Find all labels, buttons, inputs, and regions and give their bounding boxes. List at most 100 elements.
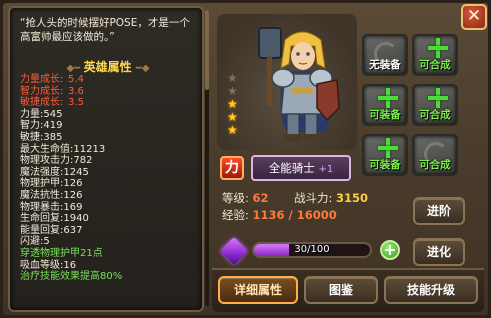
stat-name: 生命回复: [20,213,64,225]
stat-row: 最大生命值:11213 [20,144,200,156]
stat-value: 1940 [63,213,89,225]
attributes-title-text: 英雄属性 [83,60,132,74]
equipment-slot-label: 可装备 [369,109,401,121]
close-button[interactable]: ✕ [461,4,487,30]
power-label: 战斗力: [294,191,333,205]
exp-value: 1136 / 16000 [252,208,337,222]
hero-attributes-panel[interactable]: “抢人头的时候摆好POSE，才是一个高富帅最应该做的。” ◆━ 英雄属性 ━◆ … [8,6,204,312]
stat-value: 419 [43,120,63,132]
equipment-slot-label: 可装备 [369,159,401,171]
stat-row: 生命回复:1940 [20,213,200,225]
equipment-slot[interactable]: 无装备 [362,34,408,76]
stat-row: 力量:545 [20,109,200,121]
stat-name: 敏捷: [20,131,44,143]
strength-class-icon: 力 [220,156,244,180]
stat-row: 穿透物理护甲21点 [20,248,200,260]
attributes-scrollbar[interactable] [205,10,209,306]
stat-row: 闪避:5 [20,236,200,248]
stat-name: 魔法强度: [20,166,64,178]
equipment-slot-label: 无装备 [369,59,401,71]
exp-label: 经验: [222,208,249,222]
stat-name: 智力: [20,120,44,132]
stat-row: 智力:419 [20,120,200,132]
stat-value: 21点 [80,247,103,259]
stat-value: 5.4 [68,74,84,85]
stat-name: 智力成长: [20,85,64,97]
stat-value: 11213 [73,143,106,155]
soulstone-progress: 30/100 [252,242,372,258]
stat-value: 126 [63,178,83,190]
level-value: 62 [252,191,269,205]
stat-value: 545 [43,108,63,120]
hero-name-bar: 全能骑士 +1 [251,155,351,181]
stat-row: 魔法抗性:126 [20,190,200,202]
stat-name: 治疗技能效果提高 [20,271,100,283]
power-value: 3150 [336,191,369,205]
stat-value: 637 [63,224,83,236]
hero-quote: “抢人头的时候摆好POSE，才是一个高富帅最应该做的。” [20,17,190,43]
title-deco-left: ◆━ [66,63,84,74]
stat-value: 3.6 [68,85,84,97]
stat-value: 1245 [63,166,89,178]
stat-name: 力量成长: [20,74,64,85]
add-soulstone-button[interactable]: + [380,240,400,260]
tab-skill-upgrade[interactable]: 技能升级 [384,276,478,304]
equipment-slot[interactable]: 可装备 [362,134,408,176]
stat-row: 智力成长: 3.6 [20,86,200,98]
tab-details[interactable]: 详细属性 [218,276,298,304]
stat-value: 169 [63,201,83,213]
stat-row: 物理护甲:126 [20,178,200,190]
stat-name: 吸血等级: [20,259,64,271]
hero-name-suffix: +1 [318,164,334,175]
stat-row: 能量回复:637 [20,225,200,237]
star-filled-icon: ★ [227,110,238,124]
star-rating: ★ ★ ★ ★ ★ [227,72,238,137]
attributes-title: ◆━ 英雄属性 ━◆ [10,58,202,75]
evolve-button[interactable]: 进化 [413,238,465,266]
hero-name: 全能骑士 [268,161,315,175]
advance-button[interactable]: 进阶 [413,197,465,225]
equipment-slot[interactable]: 可合成 [412,34,458,76]
stat-name: 物理护甲: [20,178,64,190]
star-filled-icon: ★ [227,97,238,111]
power-row: 战斗力: 3150 [294,190,368,206]
tab-codex[interactable]: 图鉴 [304,276,378,304]
stat-name: 能量回复: [20,224,64,236]
plus-icon [378,88,398,108]
stat-row: 物理暴击:169 [20,202,200,214]
star-empty-icon: ★ [227,84,238,98]
level-row: 等级: 62 [222,190,269,206]
stat-row: 敏捷成长: 3.5 [20,97,200,109]
equipment-slot-label: 可合成 [419,159,451,171]
scrollbar-thumb[interactable] [205,10,209,90]
equipment-slot[interactable]: 可合成 [412,134,458,176]
equipment-slot[interactable]: 可合成 [412,84,458,126]
stat-row: 治疗技能效果提高80% [20,271,200,283]
hero-portrait-area: ★ ★ ★ ★ ★ [217,14,357,150]
equipment-slot[interactable]: 可装备 [362,84,408,126]
stat-name: 闪避: [20,236,44,248]
plus-icon [428,38,448,58]
star-empty-icon: ★ [227,71,238,85]
stat-row: 物理攻击力:782 [20,155,200,167]
exp-row: 经验: 1136 / 16000 [222,207,337,223]
stat-value: 3.5 [68,97,84,109]
stat-name: 最大生命值: [20,143,74,155]
stat-row: 力量成长: 5.4 [20,74,200,86]
soulstone-progress-text: 30/100 [294,244,330,255]
stat-value: 782 [73,155,93,167]
star-filled-icon: ★ [227,123,238,137]
equipment-slot-label: 可合成 [419,59,451,71]
title-deco-right: ━◆ [135,63,150,74]
plus-icon [428,88,448,108]
equipment-slot-label: 可合成 [419,109,451,121]
plus-icon [378,138,398,158]
stat-value: 80% [100,271,123,283]
stat-row: 敏捷:385 [20,132,200,144]
level-label: 等级: [222,191,249,205]
stat-name: 穿透物理护甲 [20,247,80,259]
stat-name: 物理暴击: [20,201,64,213]
hero-figure [258,27,340,142]
stat-name: 魔法抗性: [20,189,64,201]
stats-list: 力量成长: 5.4 智力成长: 3.6 敏捷成长: 3.5 力量:545 智力:419 敏捷:3… [20,74,200,283]
